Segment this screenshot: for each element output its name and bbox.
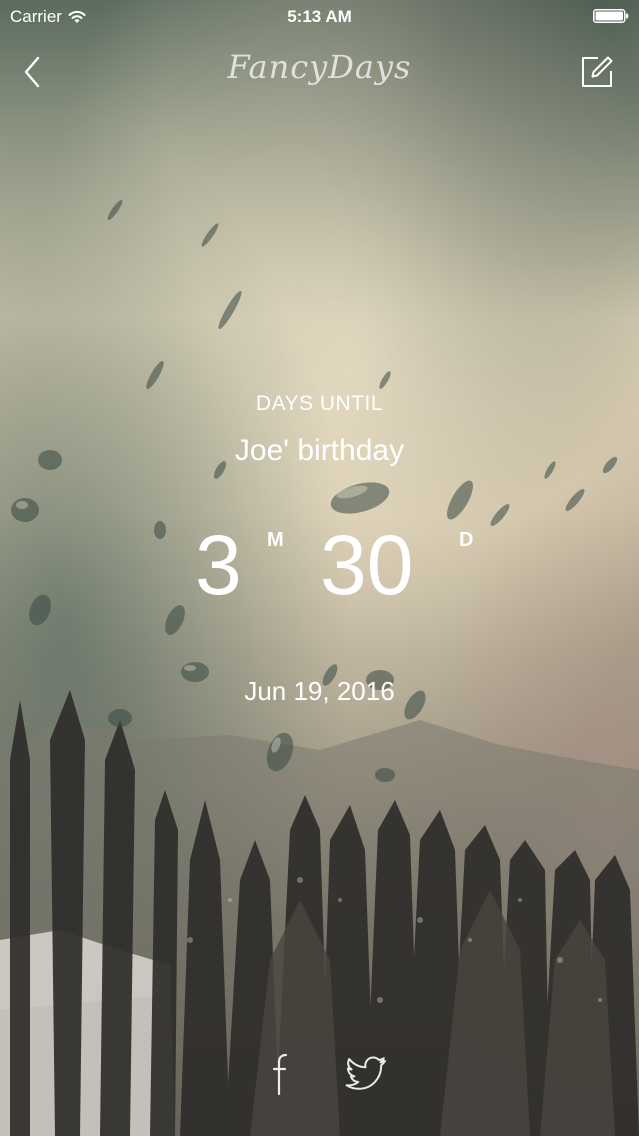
months-value: 3 xyxy=(195,518,242,612)
days-until-label: DAYS UNTIL xyxy=(255,392,384,415)
countdown-display: 3 M 30 D xyxy=(0,515,639,625)
days-unit: D xyxy=(459,529,474,551)
days-value: 30 xyxy=(320,518,414,612)
facebook-icon[interactable] xyxy=(266,1050,296,1098)
edit-icon xyxy=(582,56,613,87)
event-name: Joe' birthday xyxy=(234,434,405,467)
edit-button[interactable] xyxy=(575,50,619,94)
target-date: Jun 19, 2016 xyxy=(244,676,395,706)
nav-bar: FancyDays xyxy=(0,40,639,104)
battery-icon xyxy=(593,9,629,23)
months-unit: M xyxy=(267,529,284,551)
status-bar: Carrier 5:13 AM xyxy=(0,0,639,34)
status-time: 5:13 AM xyxy=(287,7,352,26)
twitter-icon[interactable] xyxy=(343,1052,389,1096)
share-row xyxy=(0,1050,639,1100)
app-title: FancyDays xyxy=(227,48,412,86)
